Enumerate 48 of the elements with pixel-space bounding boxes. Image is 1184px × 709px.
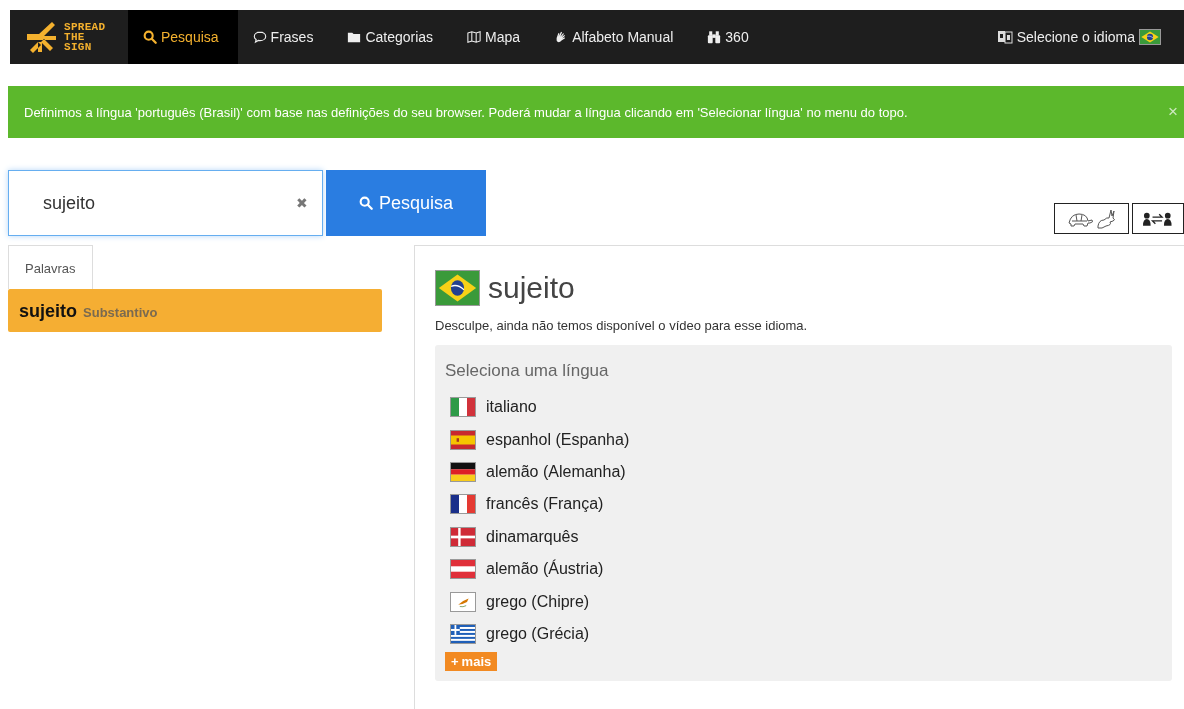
turtle-rabbit-icon xyxy=(1065,207,1118,230)
flag-icon xyxy=(450,623,476,644)
language-selector[interactable]: Selecione o idioma xyxy=(996,10,1184,64)
flag-icon xyxy=(450,526,476,547)
alert-message: Definimos a língua 'português (Brasil)' com base nas definições do seu browser. Poderá mudar a língua clicando em 'Selecionar língua' no menu do topo. xyxy=(24,104,909,120)
flag-icon xyxy=(435,270,480,306)
flag-icon xyxy=(450,397,476,418)
panel-title: Seleciona uma língua xyxy=(445,361,610,381)
flag-icon xyxy=(450,429,476,450)
results-tab[interactable]: Palavras xyxy=(8,245,93,289)
word-type: Substantivo xyxy=(83,305,158,320)
language-link[interactable]: francês (França) xyxy=(486,495,604,514)
nav-tab[interactable]: 360 xyxy=(692,10,768,64)
result-word: sujeito xyxy=(19,301,77,322)
translate-icon xyxy=(996,30,1013,44)
logo-text[interactable]: SPREAD THE SIGN xyxy=(64,22,106,52)
search-icon xyxy=(358,196,373,210)
map-icon xyxy=(467,30,482,44)
folder-icon xyxy=(347,30,362,44)
flag-icon xyxy=(450,591,476,612)
flag-icon xyxy=(450,461,476,482)
binoculars-icon xyxy=(707,30,722,44)
notice-text: Desculpe, ainda não temos disponível o vídeo para esse idioma. xyxy=(435,318,809,333)
search-button[interactable]: Pesquisa xyxy=(326,170,486,236)
language-link[interactable]: grego (Chipre) xyxy=(486,592,590,611)
language-link[interactable]: espanhol (Espanha) xyxy=(486,430,630,449)
swap-button[interactable] xyxy=(1132,203,1184,234)
logo-icon xyxy=(24,20,58,54)
result-item[interactable]: sujeito Substantivo xyxy=(8,289,382,332)
language-link[interactable]: dinamarquês xyxy=(486,527,579,546)
word-title: sujeito xyxy=(488,271,575,305)
nav-tab[interactable]: Alfabeto Manual xyxy=(539,10,693,64)
nav-tab[interactable]: Mapa xyxy=(452,10,540,64)
language-link[interactable]: alemão (Alemanha) xyxy=(486,462,626,481)
speed-button[interactable] xyxy=(1054,203,1129,234)
flag-icon xyxy=(1139,29,1161,45)
speech-bubble-icon xyxy=(252,30,267,44)
language-link[interactable]: grego (Grécia) xyxy=(486,624,590,643)
flag-icon xyxy=(450,494,476,515)
nav-tab[interactable]: Pesquisa xyxy=(128,10,238,64)
nav-tab[interactable]: Categorias xyxy=(332,10,453,64)
search-icon xyxy=(143,30,157,44)
flag-icon xyxy=(450,559,476,580)
language-link[interactable]: italiano xyxy=(486,398,537,417)
language-link[interactable]: alemão (Áustria) xyxy=(486,560,604,579)
search-field[interactable]: sujeito ✖ xyxy=(8,170,323,236)
clear-button[interactable]: ✖ xyxy=(296,195,308,211)
nav-tab[interactable]: Frases xyxy=(237,10,333,64)
